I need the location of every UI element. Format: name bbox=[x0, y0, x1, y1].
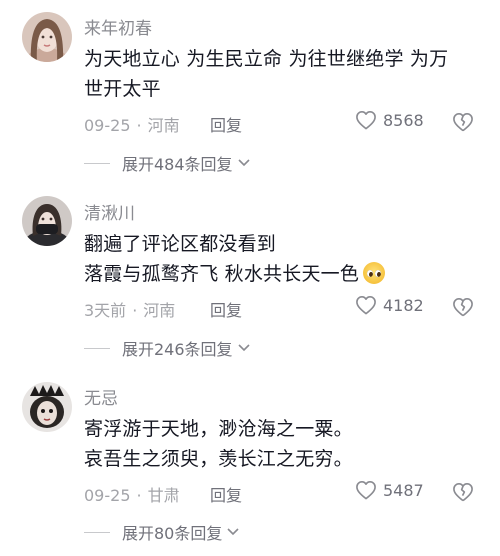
heart-icon bbox=[356, 111, 376, 130]
avatar-portrait-masked-icon bbox=[22, 196, 72, 246]
broken-heart-icon bbox=[453, 298, 473, 317]
comment-item: 来年初春 为天地立心 为生民立命 为往世继绝学 为万 世开太平 09-25 · 河南… bbox=[0, 0, 500, 185]
chevron-down-icon bbox=[227, 528, 239, 536]
comment-meta: 09-25 · 河南 bbox=[84, 112, 180, 136]
username[interactable]: 清湫川 bbox=[84, 199, 135, 224]
chevron-down-icon bbox=[237, 159, 250, 167]
comment-text-line: 落霞与孤鹜齐飞 秋水共长天一色 bbox=[84, 259, 386, 286]
comment-text-line: 寄浮游于天地，渺沧海之一粟。 bbox=[84, 418, 353, 440]
heart-icon bbox=[356, 481, 376, 500]
chevron-down-icon bbox=[237, 344, 250, 352]
comment-date: 3天前 bbox=[84, 301, 127, 320]
like-button[interactable]: 8568 bbox=[355, 110, 424, 130]
dislike-button[interactable] bbox=[452, 297, 474, 321]
expand-replies-label: 展开484条回复 bbox=[122, 155, 233, 174]
comment-location: 河南 bbox=[143, 301, 176, 320]
comment-item: 无忌 寄浮游于天地，渺沧海之一粟。 哀吾生之须臾，羡长江之无穷。 09-25 · 甘… bbox=[0, 370, 500, 556]
like-count: 4182 bbox=[383, 295, 424, 315]
comment-meta: 09-25 · 甘肃 bbox=[84, 482, 180, 506]
avatar[interactable] bbox=[22, 382, 72, 432]
divider bbox=[84, 162, 110, 164]
comment-text-line: 翻遍了评论区都没看到 bbox=[84, 233, 277, 255]
separator-dot: · bbox=[136, 116, 142, 135]
avatar-portrait-light-icon bbox=[22, 12, 72, 62]
expand-replies-button[interactable]: 展开484条回复 bbox=[84, 151, 251, 175]
comment-text-line: 哀吾生之须臾，羡长江之无穷。 bbox=[84, 448, 353, 470]
username[interactable]: 来年初春 bbox=[84, 14, 152, 39]
like-button[interactable]: 5487 bbox=[355, 480, 424, 500]
dislike-button[interactable] bbox=[452, 112, 474, 136]
reply-button[interactable]: 回复 bbox=[210, 297, 242, 321]
broken-heart-icon bbox=[453, 113, 473, 132]
comment-text-span: 落霞与孤鹜齐飞 秋水共长天一色 bbox=[84, 263, 360, 285]
broken-heart-icon bbox=[453, 483, 473, 502]
comment-date: 09-25 bbox=[84, 486, 131, 505]
avatar[interactable] bbox=[22, 12, 72, 62]
comment-date: 09-25 bbox=[84, 116, 131, 135]
reply-button[interactable]: 回复 bbox=[210, 112, 242, 136]
username[interactable]: 无忌 bbox=[84, 384, 118, 409]
separator-dot: · bbox=[132, 301, 138, 320]
comment-meta: 3天前 · 河南 bbox=[84, 297, 175, 321]
divider bbox=[84, 347, 110, 349]
like-button[interactable]: 4182 bbox=[355, 295, 424, 315]
comment-text-line: 世开太平 bbox=[84, 78, 161, 100]
comment-text-line: 为天地立心 为生民立命 为往世继绝学 为万 bbox=[84, 48, 449, 70]
expand-replies-label: 展开246条回复 bbox=[122, 340, 233, 359]
dislike-button[interactable] bbox=[452, 482, 474, 506]
pleading-face-emoji-icon bbox=[363, 262, 386, 284]
divider bbox=[84, 531, 110, 533]
separator-dot: · bbox=[136, 486, 142, 505]
comment-location: 甘肃 bbox=[147, 486, 180, 505]
avatar[interactable] bbox=[22, 196, 72, 246]
like-count: 5487 bbox=[383, 480, 424, 500]
expand-replies-label: 展开80条回复 bbox=[122, 524, 223, 543]
heart-icon bbox=[356, 296, 376, 315]
like-count: 8568 bbox=[383, 110, 424, 130]
reply-button[interactable]: 回复 bbox=[210, 482, 242, 506]
comment-location: 河南 bbox=[147, 116, 180, 135]
comment-item: 清湫川 翻遍了评论区都没看到 落霞与孤鹜齐飞 秋水共长天一色 3天前 · 河南 回复… bbox=[0, 185, 500, 370]
expand-replies-button[interactable]: 展开246条回复 bbox=[84, 336, 251, 360]
expand-replies-button[interactable]: 展开80条回复 bbox=[84, 520, 240, 544]
avatar-portrait-dark-icon bbox=[22, 382, 72, 432]
